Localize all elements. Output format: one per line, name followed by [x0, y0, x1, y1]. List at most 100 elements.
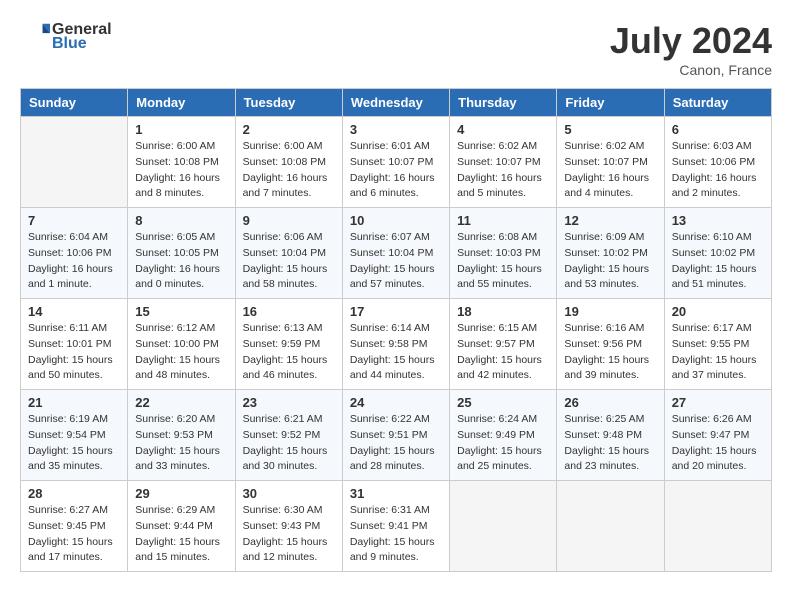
day-number: 25 — [457, 395, 549, 410]
calendar-cell: 5 Sunrise: 6:02 AMSunset: 10:07 PMDayligh… — [557, 117, 664, 208]
day-info: Sunrise: 6:30 AMSunset: 9:43 PMDaylight:… — [243, 503, 335, 566]
day-number: 28 — [28, 486, 120, 501]
day-info: Sunrise: 6:11 AMSunset: 10:01 PMDaylight… — [28, 321, 120, 384]
calendar-cell: 13 Sunrise: 6:10 AMSunset: 10:02 PMDaylig… — [664, 208, 771, 299]
calendar-cell: 23 Sunrise: 6:21 AMSunset: 9:52 PMDayligh… — [235, 390, 342, 481]
day-info: Sunrise: 6:01 AMSunset: 10:07 PMDaylight… — [350, 139, 442, 202]
calendar-cell: 26 Sunrise: 6:25 AMSunset: 9:48 PMDayligh… — [557, 390, 664, 481]
day-number: 6 — [672, 122, 764, 137]
day-info: Sunrise: 6:03 AMSunset: 10:06 PMDaylight… — [672, 139, 764, 202]
day-info: Sunrise: 6:24 AMSunset: 9:49 PMDaylight:… — [457, 412, 549, 475]
calendar-cell: 14 Sunrise: 6:11 AMSunset: 10:01 PMDaylig… — [21, 299, 128, 390]
day-info: Sunrise: 6:02 AMSunset: 10:07 PMDaylight… — [457, 139, 549, 202]
calendar-cell: 30 Sunrise: 6:30 AMSunset: 9:43 PMDayligh… — [235, 481, 342, 572]
week-row-1: 1 Sunrise: 6:00 AMSunset: 10:08 PMDayligh… — [21, 117, 772, 208]
calendar-cell: 21Sunrise: 6:19 AMSunset: 9:54 PMDayligh… — [21, 390, 128, 481]
calendar-cell: 18 Sunrise: 6:15 AMSunset: 9:57 PMDayligh… — [450, 299, 557, 390]
calendar-cell: 22 Sunrise: 6:20 AMSunset: 9:53 PMDayligh… — [128, 390, 235, 481]
header-wednesday: Wednesday — [342, 89, 449, 117]
calendar-cell: 27 Sunrise: 6:26 AMSunset: 9:47 PMDayligh… — [664, 390, 771, 481]
day-info: Sunrise: 6:13 AMSunset: 9:59 PMDaylight:… — [243, 321, 335, 384]
week-row-3: 14 Sunrise: 6:11 AMSunset: 10:01 PMDaylig… — [21, 299, 772, 390]
day-number: 26 — [564, 395, 656, 410]
day-info: Sunrise: 6:16 AMSunset: 9:56 PMDaylight:… — [564, 321, 656, 384]
calendar-cell — [664, 481, 771, 572]
header-saturday: Saturday — [664, 89, 771, 117]
calendar-cell: 4 Sunrise: 6:02 AMSunset: 10:07 PMDayligh… — [450, 117, 557, 208]
header-friday: Friday — [557, 89, 664, 117]
week-row-4: 21Sunrise: 6:19 AMSunset: 9:54 PMDayligh… — [21, 390, 772, 481]
day-number: 4 — [457, 122, 549, 137]
day-number: 2 — [243, 122, 335, 137]
calendar-cell: 29 Sunrise: 6:29 AMSunset: 9:44 PMDayligh… — [128, 481, 235, 572]
calendar-cell: 10Sunrise: 6:07 AMSunset: 10:04 PMDaylig… — [342, 208, 449, 299]
day-number: 30 — [243, 486, 335, 501]
calendar-cell: 3 Sunrise: 6:01 AMSunset: 10:07 PMDayligh… — [342, 117, 449, 208]
page-header: General Blue July 2024 Canon, France — [20, 20, 772, 78]
day-number: 29 — [135, 486, 227, 501]
day-info: Sunrise: 6:10 AMSunset: 10:02 PMDaylight… — [672, 230, 764, 293]
day-number: 5 — [564, 122, 656, 137]
day-number: 20 — [672, 304, 764, 319]
day-info: Sunrise: 6:21 AMSunset: 9:52 PMDaylight:… — [243, 412, 335, 475]
calendar-cell: 12Sunrise: 6:09 AMSunset: 10:02 PMDaylig… — [557, 208, 664, 299]
day-info: Sunrise: 6:17 AMSunset: 9:55 PMDaylight:… — [672, 321, 764, 384]
day-number: 23 — [243, 395, 335, 410]
location: Canon, France — [610, 62, 772, 78]
day-info: Sunrise: 6:29 AMSunset: 9:44 PMDaylight:… — [135, 503, 227, 566]
day-info: Sunrise: 6:20 AMSunset: 9:53 PMDaylight:… — [135, 412, 227, 475]
day-number: 31 — [350, 486, 442, 501]
calendar-cell: 8Sunrise: 6:05 AMSunset: 10:05 PMDayligh… — [128, 208, 235, 299]
day-number: 10 — [350, 213, 442, 228]
day-info: Sunrise: 6:12 AMSunset: 10:00 PMDaylight… — [135, 321, 227, 384]
day-number: 19 — [564, 304, 656, 319]
calendar-cell: 31 Sunrise: 6:31 AMSunset: 9:41 PMDayligh… — [342, 481, 449, 572]
day-number: 24 — [350, 395, 442, 410]
day-info: Sunrise: 6:02 AMSunset: 10:07 PMDaylight… — [564, 139, 656, 202]
day-info: Sunrise: 6:22 AMSunset: 9:51 PMDaylight:… — [350, 412, 442, 475]
logo: General Blue — [20, 20, 112, 53]
header-sunday: Sunday — [21, 89, 128, 117]
day-info: Sunrise: 6:31 AMSunset: 9:41 PMDaylight:… — [350, 503, 442, 566]
calendar-table: SundayMondayTuesdayWednesdayThursdayFrid… — [20, 88, 772, 572]
day-number: 16 — [243, 304, 335, 319]
header-thursday: Thursday — [450, 89, 557, 117]
day-info: Sunrise: 6:25 AMSunset: 9:48 PMDaylight:… — [564, 412, 656, 475]
day-number: 8 — [135, 213, 227, 228]
day-number: 12 — [564, 213, 656, 228]
day-info: Sunrise: 6:04 AMSunset: 10:06 PMDaylight… — [28, 230, 120, 293]
week-row-5: 28 Sunrise: 6:27 AMSunset: 9:45 PMDayligh… — [21, 481, 772, 572]
day-info: Sunrise: 6:27 AMSunset: 9:45 PMDaylight:… — [28, 503, 120, 566]
day-info: Sunrise: 6:19 AMSunset: 9:54 PMDaylight:… — [28, 412, 120, 475]
calendar-cell: 19 Sunrise: 6:16 AMSunset: 9:56 PMDayligh… — [557, 299, 664, 390]
day-number: 17 — [350, 304, 442, 319]
day-number: 13 — [672, 213, 764, 228]
calendar-cell: 1Sunrise: 6:00 AMSunset: 10:08 PMDayligh… — [128, 117, 235, 208]
day-info: Sunrise: 6:06 AMSunset: 10:04 PMDaylight… — [243, 230, 335, 293]
day-number: 14 — [28, 304, 120, 319]
day-number: 9 — [243, 213, 335, 228]
calendar-cell: 6 Sunrise: 6:03 AMSunset: 10:06 PMDayligh… — [664, 117, 771, 208]
calendar-cell: 16 Sunrise: 6:13 AMSunset: 9:59 PMDayligh… — [235, 299, 342, 390]
title-block: July 2024 Canon, France — [610, 20, 772, 78]
day-number: 3 — [350, 122, 442, 137]
header-row: SundayMondayTuesdayWednesdayThursdayFrid… — [21, 89, 772, 117]
calendar-cell: 15 Sunrise: 6:12 AMSunset: 10:00 PMDaylig… — [128, 299, 235, 390]
week-row-2: 7Sunrise: 6:04 AMSunset: 10:06 PMDayligh… — [21, 208, 772, 299]
day-number: 18 — [457, 304, 549, 319]
month-title: July 2024 — [610, 20, 772, 62]
calendar-cell: 7Sunrise: 6:04 AMSunset: 10:06 PMDayligh… — [21, 208, 128, 299]
calendar-cell: 24 Sunrise: 6:22 AMSunset: 9:51 PMDayligh… — [342, 390, 449, 481]
calendar-cell: 11Sunrise: 6:08 AMSunset: 10:03 PMDaylig… — [450, 208, 557, 299]
calendar-cell — [21, 117, 128, 208]
calendar-cell: 28 Sunrise: 6:27 AMSunset: 9:45 PMDayligh… — [21, 481, 128, 572]
day-number: 15 — [135, 304, 227, 319]
day-number: 1 — [135, 122, 227, 137]
calendar-cell: 9 Sunrise: 6:06 AMSunset: 10:04 PMDayligh… — [235, 208, 342, 299]
day-number: 27 — [672, 395, 764, 410]
day-info: Sunrise: 6:26 AMSunset: 9:47 PMDaylight:… — [672, 412, 764, 475]
day-info: Sunrise: 6:00 AMSunset: 10:08 PMDaylight… — [243, 139, 335, 202]
day-info: Sunrise: 6:15 AMSunset: 9:57 PMDaylight:… — [457, 321, 549, 384]
header-monday: Monday — [128, 89, 235, 117]
day-number: 22 — [135, 395, 227, 410]
